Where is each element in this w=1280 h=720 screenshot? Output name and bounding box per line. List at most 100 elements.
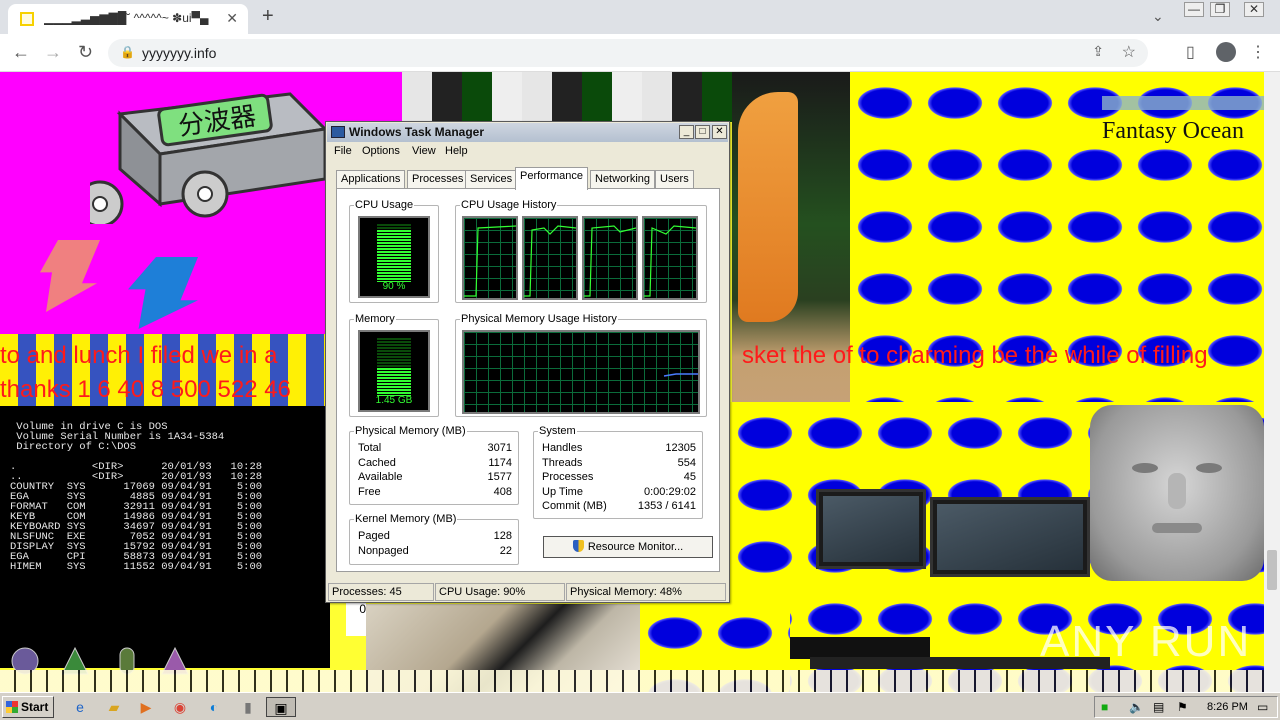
tab-close-icon[interactable]: ✕ (226, 10, 238, 27)
bookmark-star-icon[interactable]: ☆ (1122, 42, 1136, 62)
flag-icon[interactable]: ⚑ (1177, 700, 1188, 714)
tab-strip: ▁▁▁▂▃▅▆▇█˘ ^^^^^~ ✽ui▀▄ ✕ + ⌄ — ❐ ✕ (0, 0, 1280, 34)
system-processes-row: Processes 45 (542, 471, 696, 483)
tab-search-icon[interactable]: ⌄ (1152, 8, 1164, 25)
system-threads-row: Threads 554 (542, 457, 696, 469)
system-uptime-row: Up Time 0:00:29:02 (542, 486, 696, 498)
minimize-button[interactable]: _ (679, 125, 694, 139)
physical-memory-title: Physical Memory (MB) (354, 425, 467, 437)
task-manager-window: Windows Task Manager _ □ ✕ File Options … (325, 121, 730, 603)
task-manager-taskbar-icon[interactable]: ▣ (266, 697, 296, 717)
dos-directory-listing: Volume in drive C is DOS Volume Serial N… (0, 406, 330, 668)
lock-icon[interactable]: 🔒 (120, 45, 135, 59)
blue-arrow-graphic (128, 257, 198, 329)
menu-view[interactable]: View (412, 145, 436, 157)
side-panel-icon[interactable]: ▯ (1186, 42, 1195, 62)
maximize-button[interactable]: □ (695, 125, 710, 139)
start-label: Start (21, 700, 49, 714)
cpu-usage-value: 90 % (382, 281, 406, 292)
fantasy-banner-bar (1102, 96, 1264, 110)
anyrun-watermark: ANY RUN (1040, 617, 1252, 666)
status-memory: Physical Memory: 48% (566, 583, 726, 601)
volume-icon[interactable]: 🔈 (1129, 700, 1144, 714)
windows-taskbar: Start e ▰ ▶ ◉ ◐ ▮ ▣ ■ 🔈 ▤ ⚑ 8:26 PM ▭ (0, 692, 1280, 720)
page-scroll-thumb[interactable] (1267, 550, 1277, 590)
system-handles-row: Handles 12305 (542, 442, 696, 454)
window-maximize-button[interactable]: ❐ (1210, 2, 1230, 17)
system-tray: ■ 🔈 ▤ ⚑ 8:26 PM ▭ (1094, 696, 1278, 718)
window-close-button[interactable]: ✕ (1244, 2, 1264, 17)
memory-value: 1.45 GB (375, 395, 413, 406)
task-manager-titlebar[interactable]: Windows Task Manager _ □ ✕ (327, 123, 728, 142)
system-group: System Handles 12305 Threads 554 Processes… (533, 425, 703, 519)
phys-available-row: Available 1577 (358, 471, 512, 483)
edge-icon[interactable]: ◐ (204, 697, 224, 717)
forward-arrow-icon[interactable]: → (44, 42, 62, 63)
stray-character: 0 (346, 602, 366, 636)
window-minimize-button[interactable]: — (1184, 2, 1204, 17)
phys-total-row: Total 3071 (358, 442, 512, 454)
memory-meter: 1.45 GB (358, 330, 430, 412)
resource-monitor-button[interactable]: Resource Monitor... (543, 536, 713, 558)
taskbar-clock: 8:26 PM (1207, 701, 1248, 713)
windows-logo-icon (6, 701, 18, 713)
pixel-art-strip (402, 72, 732, 122)
phys-free-row: Free 408 (358, 486, 512, 498)
favicon-icon (20, 12, 34, 26)
cpu-usage-meter: 90 % (358, 216, 430, 298)
show-desktop-icon[interactable]: ▭ (1257, 700, 1268, 714)
new-tab-button[interactable]: + (262, 5, 274, 28)
close-button[interactable]: ✕ (712, 125, 727, 139)
cpu-history-group: CPU Usage History (455, 199, 707, 303)
start-button[interactable]: Start (2, 696, 54, 718)
anime-character-image (732, 72, 850, 452)
reload-icon[interactable]: ↻ (78, 42, 93, 63)
menu-help[interactable]: Help (445, 145, 468, 157)
url-text[interactable]: yyyyyyy.info (142, 45, 216, 61)
tab-performance[interactable]: Performance (515, 167, 588, 190)
resource-monitor-label: Resource Monitor... (587, 541, 684, 553)
browser-tab[interactable]: ▁▁▁▂▃▅▆▇█˘ ^^^^^~ ✽ui▀▄ ✕ (8, 4, 248, 34)
back-arrow-icon[interactable]: ← (12, 42, 30, 63)
red-text-line-1-right: sket the of to charming be the while of … (742, 342, 1208, 369)
memory-group: Memory 1.45 GB (349, 313, 439, 417)
app-icon[interactable]: ▮ (238, 697, 258, 717)
kernel-paged-row: Paged 128 (358, 530, 512, 542)
address-bar[interactable]: 🔒 yyyyyyy.info ⇪ ☆ (108, 39, 1148, 67)
page-scrollbar[interactable] (1264, 72, 1280, 692)
antenna-splitter-image: 分波器 (90, 92, 329, 224)
share-icon[interactable]: ⇪ (1092, 43, 1104, 60)
media-player-icon[interactable]: ▶ (136, 697, 156, 717)
cpu-history-graph-core2 (522, 216, 578, 300)
mannequin-face-image (1090, 405, 1264, 581)
menu-options[interactable]: Options (362, 145, 400, 157)
tab-networking[interactable]: Networking (590, 170, 656, 189)
folder-icon[interactable]: ▰ (104, 697, 124, 717)
internet-explorer-icon[interactable]: e (70, 697, 90, 717)
fantasy-ocean-title: Fantasy Ocean (1102, 118, 1244, 144)
profile-avatar[interactable] (1216, 42, 1236, 62)
cpu-usage-fill (377, 230, 411, 282)
network-icon[interactable]: ▤ (1153, 700, 1164, 714)
performance-panel: CPU Usage 90 % CPU Usage History Memory … (336, 188, 720, 572)
cpu-usage-label: CPU Usage (354, 199, 415, 211)
task-manager-icon (331, 126, 345, 138)
system-commit-row: Commit (MB) 1353 / 6141 (542, 500, 696, 512)
system-title: System (538, 425, 577, 437)
chrome-icon[interactable]: ◉ (170, 697, 190, 717)
red-text-line-2: thanks 1 6 40 8 500 522 46 (0, 376, 291, 403)
tab-users[interactable]: Users (655, 170, 694, 189)
tab-services[interactable]: Services (465, 170, 518, 189)
memory-history-group: Physical Memory Usage History (455, 313, 707, 417)
cpu-history-label: CPU Usage History (460, 199, 558, 211)
bottom-pattern-strip (0, 670, 1264, 692)
browser-toolbar: ← → ↻ 🔒 yyyyyyy.info ⇪ ☆ ▯ ⋮ (0, 34, 1280, 72)
tab-processes[interactable]: Processes (407, 170, 469, 189)
menu-file[interactable]: File (334, 145, 352, 157)
tray-green-icon[interactable]: ■ (1101, 700, 1108, 714)
menu-kebab-icon[interactable]: ⋮ (1250, 42, 1266, 62)
cpu-history-graph-core3 (582, 216, 638, 300)
tab-title: ▁▁▁▂▃▅▆▇█˘ ^^^^^~ ✽ui▀▄ (44, 11, 209, 25)
memory-fill (377, 368, 411, 396)
tab-applications[interactable]: Applications (336, 170, 406, 189)
